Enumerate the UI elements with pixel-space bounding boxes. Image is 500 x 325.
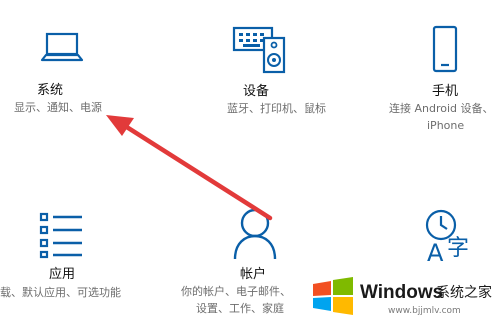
- svg-text:字: 字: [447, 236, 469, 261]
- tile-phone-desc2: iPhone: [427, 119, 465, 132]
- tile-accounts-title: 帐户: [240, 267, 267, 282]
- tile-system-title: 系统: [37, 83, 64, 98]
- laptop-icon: [40, 32, 84, 62]
- person-icon: [233, 208, 277, 260]
- keyboard-speaker-icon: [232, 26, 286, 74]
- watermark-brand: Windows: [360, 282, 444, 303]
- tile-devices-title: 设备: [243, 84, 270, 99]
- tile-phone-title: 手机: [432, 84, 459, 99]
- phone-icon: [432, 25, 458, 73]
- tile-phone[interactable]: 手机 连接 Android 设备、 iPhone: [385, 20, 500, 135]
- svg-text:A: A: [427, 239, 444, 267]
- windows-watermark: Windows 系统之家 www.bjjmlv.com: [305, 264, 500, 325]
- tile-apps-desc: 载、默认应用、可选功能: [0, 286, 121, 299]
- watermark-url: www.bjjmlv.com: [388, 306, 461, 316]
- tile-accounts[interactable]: 帐户 你的帐户、电子邮件、 设置、工作、家庭: [175, 205, 325, 320]
- tile-phone-desc: 连接 Android 设备、: [389, 102, 494, 115]
- tile-apps-title: 应用: [49, 267, 76, 282]
- apps-list-icon: [39, 212, 82, 259]
- tile-devices-desc: 蓝牙、打印机、鼠标: [227, 102, 326, 115]
- tile-system[interactable]: 系统 显示、通知、电源: [0, 30, 140, 120]
- tile-apps[interactable]: 应用 载、默认应用、可选功能: [0, 205, 150, 305]
- tile-system-desc: 显示、通知、电源: [14, 101, 102, 114]
- watermark-subtitle: 系统之家: [436, 285, 492, 301]
- windows-logo-icon: [313, 277, 353, 315]
- time-language-icon: A 字: [425, 209, 469, 267]
- tile-devices[interactable]: 设备 蓝牙、打印机、鼠标: [190, 24, 326, 120]
